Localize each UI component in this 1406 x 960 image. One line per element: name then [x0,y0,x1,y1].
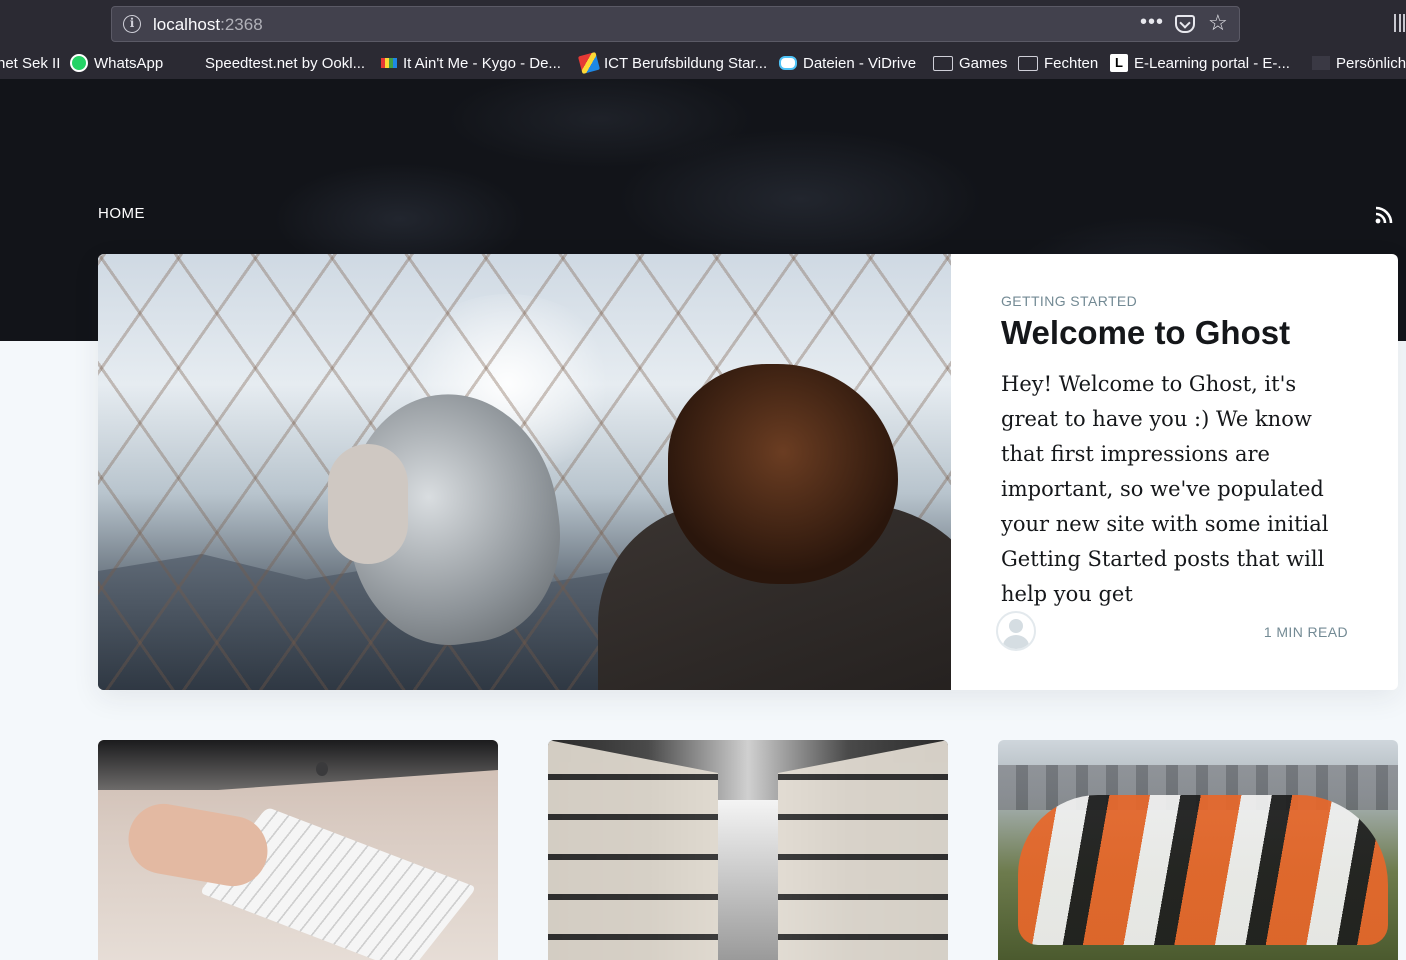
page-actions-icon[interactable]: ••• [1140,11,1164,34]
url-host: localhost [153,15,221,34]
bookmark-label: Games [959,54,1008,72]
bookmark-speedtest[interactable]: Speedtest.net by Ookl... [205,52,365,74]
bookmark-net-sek[interactable]: net Sek II [0,52,60,74]
image-shelf-left [548,740,718,960]
featured-post-content: GETTING STARTED Welcome to Ghost Hey! We… [996,254,1398,690]
image-aisle [718,800,778,960]
post-title[interactable]: Welcome to Ghost [1001,314,1290,352]
post-card-image-archive[interactable] [548,740,948,960]
url-bar[interactable]: i localhost:2368 ••• ☆ [111,6,1240,42]
author-avatar-icon[interactable] [996,611,1036,651]
bookmark-label: ICT Berufsbildung Star... [604,54,768,72]
post-tag[interactable]: GETTING STARTED [1001,293,1137,309]
bookmark-whatsapp[interactable]: WhatsApp [70,52,163,74]
library-icon[interactable] [1394,14,1406,32]
whatsapp-icon [70,54,88,72]
browser-toolbar: i localhost:2368 ••• ☆ [0,0,1406,46]
folder-icon [933,55,953,71]
featured-post-card[interactable]: GETTING STARTED Welcome to Ghost Hey! We… [98,254,1398,690]
bookmark-icon [1312,56,1330,70]
image-person [328,364,951,690]
bookmark-elearning[interactable]: L E-Learning portal - E-... [1110,52,1290,74]
bookmark-kygo[interactable]: It Ain't Me - Kygo - De... [381,52,561,74]
image-shelf-right [778,740,948,960]
apple-logo-icon [316,762,328,776]
bookmark-label: Speedtest.net by Ookl... [205,54,366,72]
bookmark-label: Persönliche [1336,54,1406,72]
reading-time: 1 MIN READ [1263,624,1348,640]
bookmark-fechten-folder[interactable]: Fechten [1018,52,1098,74]
image-hair [668,364,898,584]
ict-icon [577,51,601,75]
bookmark-label: Dateien - ViDrive [803,54,917,72]
bookmark-label: WhatsApp [94,54,164,72]
bookmark-label: net Sek II [0,54,61,72]
post-card-image-keyboard[interactable] [98,740,498,960]
bookmark-persoenliche[interactable]: Persönliche [1312,52,1406,74]
bookmark-label: E-Learning portal - E-... [1134,54,1290,72]
image-hands [122,798,274,892]
bookmark-label: Fechten [1044,54,1099,72]
bookmarks-toolbar: net Sek II WhatsApp Speedtest.net by Ook… [0,46,1406,79]
bookmark-vidrive[interactable]: Dateien - ViDrive [779,52,916,74]
url-text[interactable]: localhost:2368 [153,15,263,35]
image-rugby-scrum [1018,795,1388,945]
rss-icon[interactable] [1375,206,1393,224]
post-excerpt[interactable]: Hey! Welcome to Ghost, it's great to hav… [1001,367,1351,612]
nav-home-link[interactable]: HOME [98,205,145,222]
bookmark-label: It Ain't Me - Kygo - De... [403,54,561,72]
bookmark-ict[interactable]: ICT Berufsbildung Star... [577,51,768,75]
pocket-icon[interactable] [1175,15,1195,33]
kygo-icon [381,58,397,68]
image-glove [328,444,408,564]
cloud-icon [779,56,797,70]
image-monitor [98,740,498,790]
info-icon[interactable]: i [123,15,141,33]
l-logo-icon: L [1110,54,1128,72]
bookmark-games-folder[interactable]: Games [933,52,1007,74]
post-card-image-rugby[interactable] [998,740,1398,960]
folder-icon [1018,55,1038,71]
url-port: :2368 [220,15,263,34]
bookmark-star-icon[interactable]: ☆ [1208,10,1228,36]
featured-post-image[interactable] [98,254,951,690]
